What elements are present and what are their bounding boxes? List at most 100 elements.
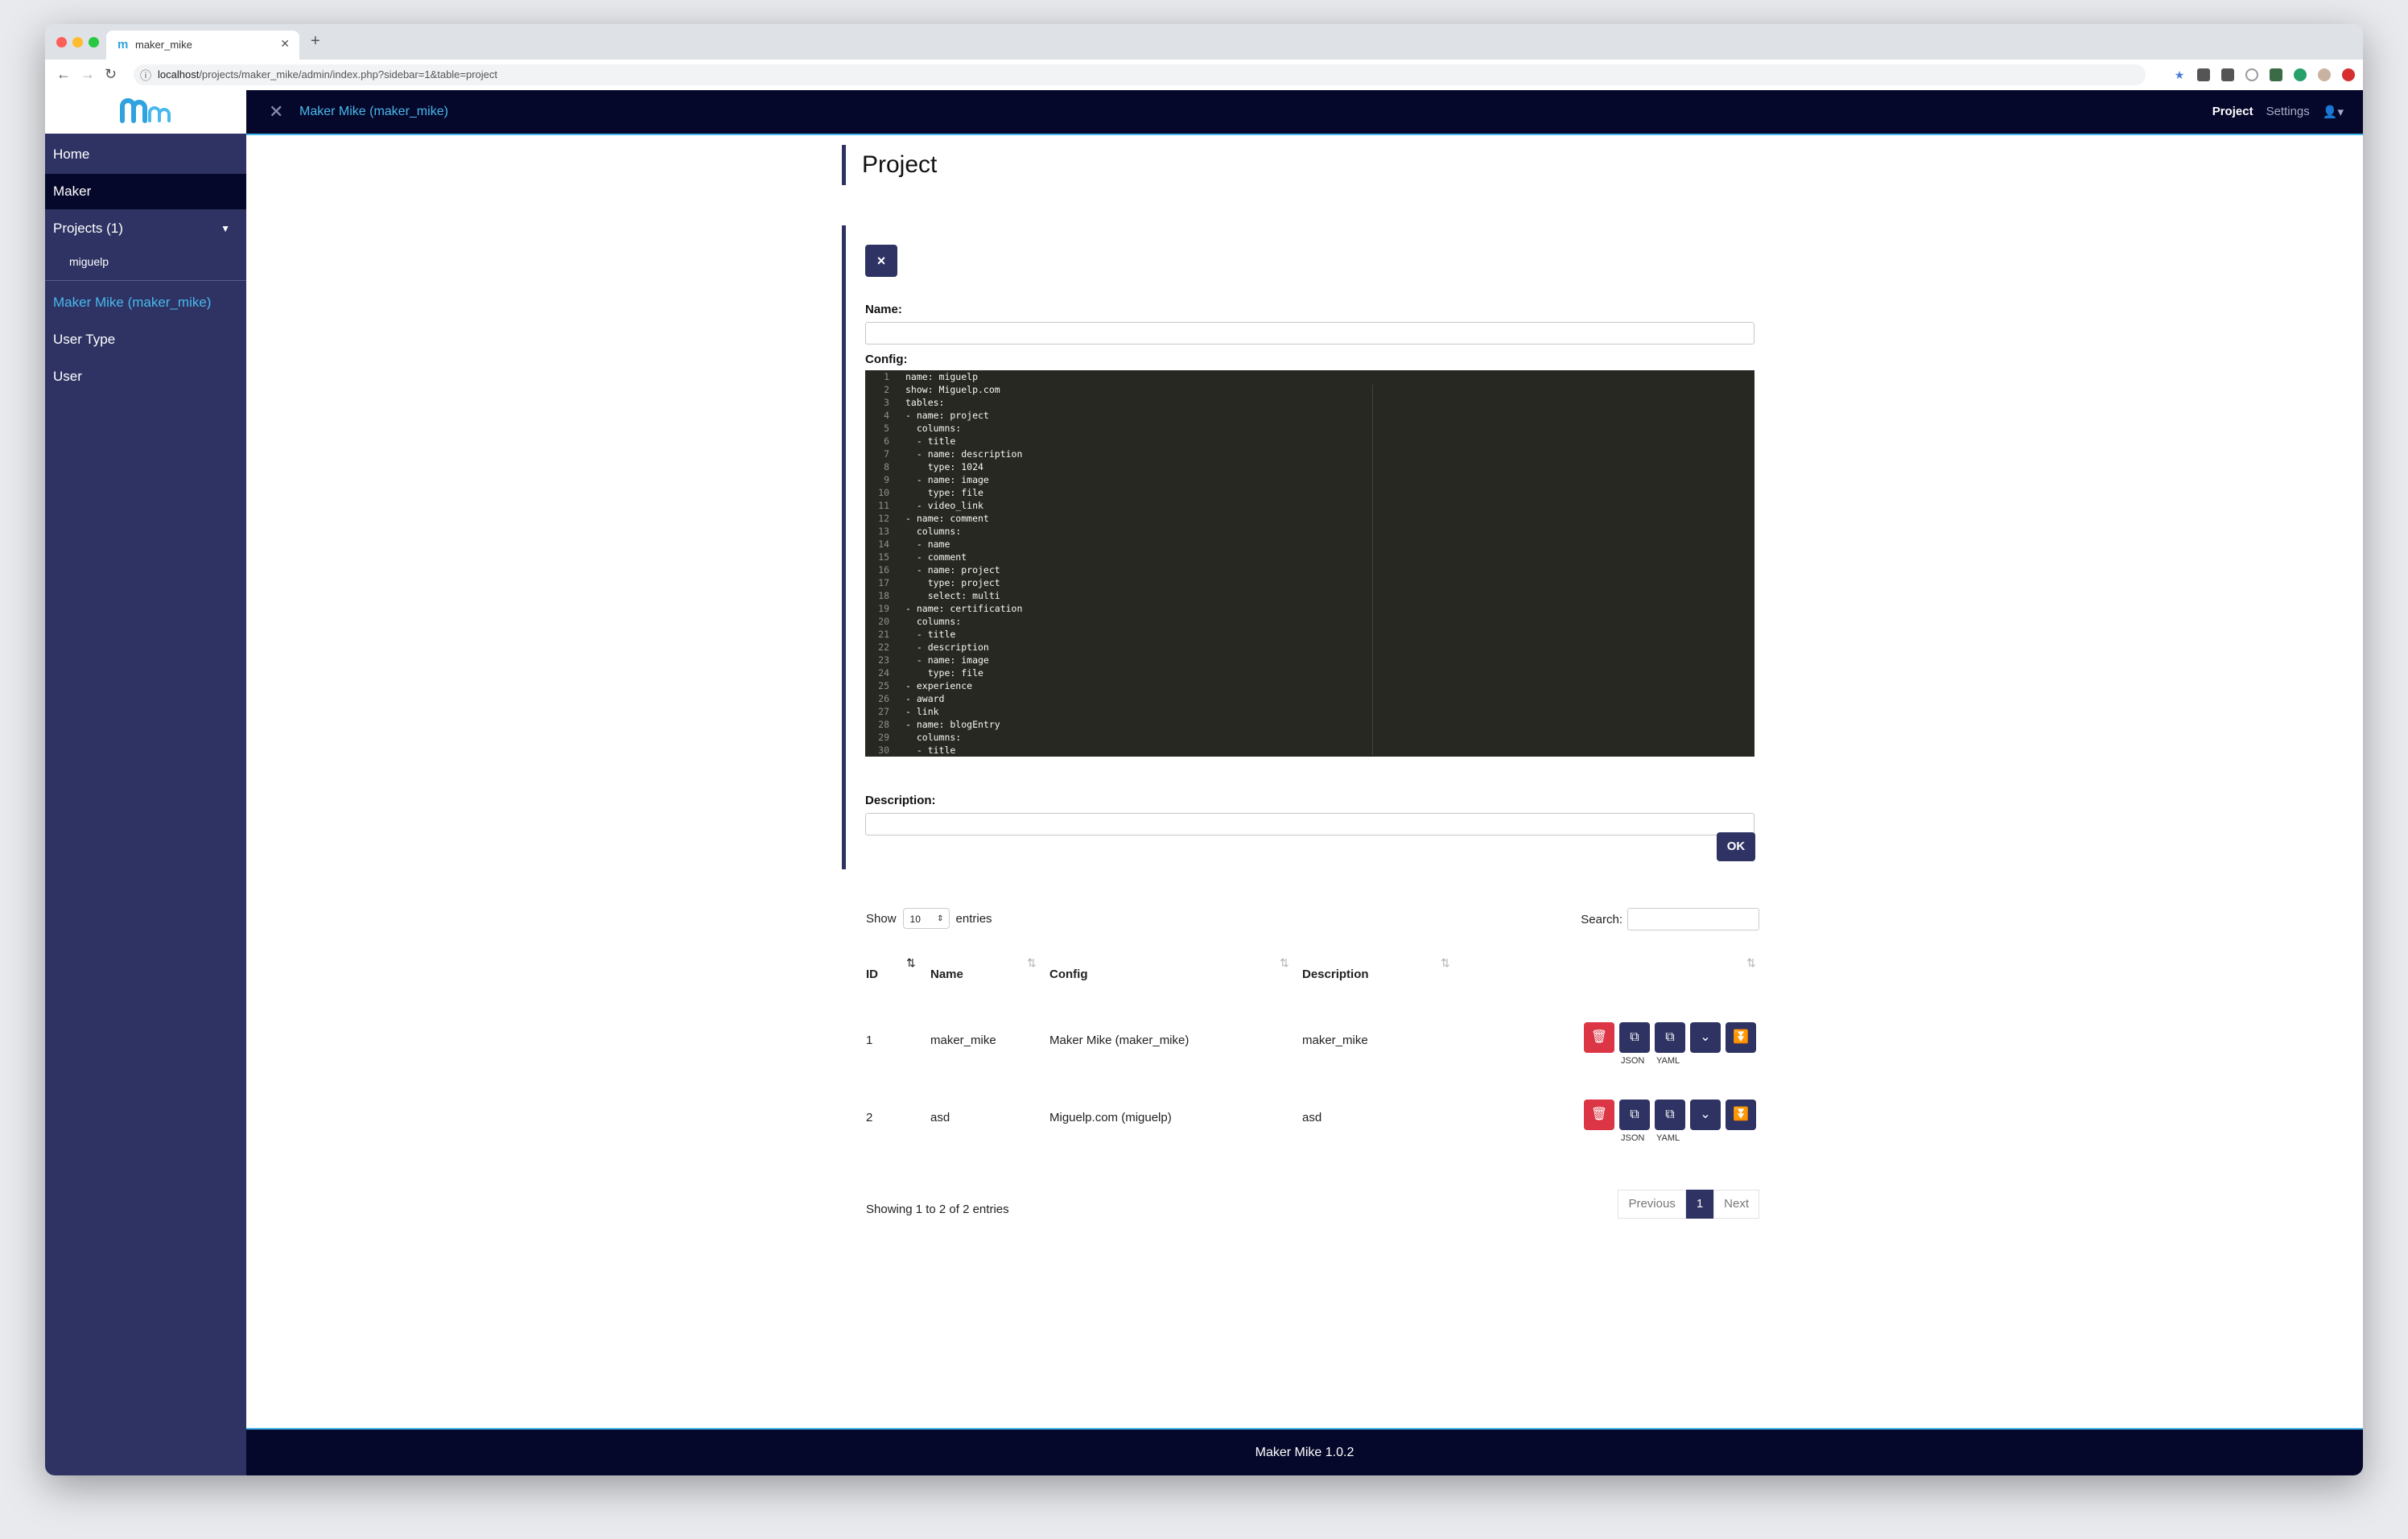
delete-button[interactable]: 🗑	[1584, 1100, 1614, 1130]
avatar-icon[interactable]	[2318, 68, 2331, 81]
extension-icon[interactable]	[2294, 68, 2307, 81]
sort-icon[interactable]: ⇅	[1280, 956, 1289, 970]
reload-icon[interactable]: ↻	[105, 66, 117, 83]
sidebar-item-projects[interactable]: Projects (1) ▼	[45, 211, 246, 246]
page-length-select[interactable]: 10 ⇕	[902, 908, 950, 929]
close-form-button[interactable]: ×	[865, 245, 897, 277]
cell-config: Miguelp.com (miguelp)	[1049, 1111, 1172, 1124]
tab-favicon-icon: m	[118, 38, 129, 52]
close-window-button[interactable]	[56, 37, 67, 47]
line-number: 30	[878, 745, 889, 756]
copy-json-button[interactable]: ⧉	[1619, 1022, 1650, 1053]
page-length-control: Show 10 ⇕ entries	[866, 908, 992, 929]
topbar-nav: Project Settings 👤▾	[2212, 105, 2344, 119]
sidebar-subitem-miguelp[interactable]: miguelp	[69, 255, 109, 268]
config-editor[interactable]: 1 2 3 4 5 6 7 8 9 10 11 12 13 14 15 16 17 18 19 20 21 22 23 24 2…	[865, 370, 1754, 757]
show-label: Show	[866, 911, 897, 926]
description-field[interactable]	[865, 813, 1754, 836]
tab-close-icon[interactable]: ✕	[280, 37, 290, 51]
extension-icon[interactable]	[2342, 68, 2355, 81]
code-line: columns:	[905, 616, 962, 627]
expand-button[interactable]: ⌄	[1690, 1022, 1721, 1053]
sort-icon[interactable]: ⇅	[1027, 956, 1037, 970]
sort-asc-icon[interactable]: ⇅	[906, 956, 916, 970]
copy-yaml-button[interactable]: ⧉	[1655, 1100, 1685, 1130]
data-table: Show 10 ⇕ entries Search: ID ⇅ Name ⇅ Co…	[866, 908, 1759, 1230]
cell-name: maker_mike	[930, 1034, 996, 1047]
page-title: Project	[862, 151, 938, 178]
sort-icon[interactable]: ⇅	[1746, 956, 1756, 970]
topbar: ✕ Maker Mike (maker_mike) Project Settin…	[246, 90, 2363, 135]
extension-icon[interactable]	[2270, 68, 2282, 81]
column-header-description[interactable]: Description	[1302, 968, 1369, 981]
extension-icon[interactable]	[2197, 68, 2210, 81]
copy-yaml-button[interactable]: ⧉	[1655, 1022, 1685, 1053]
maximize-window-button[interactable]	[89, 37, 99, 47]
browser-tab[interactable]: m maker_mike ✕	[106, 31, 299, 60]
previous-page-button[interactable]: Previous	[1618, 1190, 1686, 1219]
expand-all-button[interactable]: ⏬	[1726, 1100, 1756, 1130]
search-input[interactable]	[1627, 908, 1759, 930]
footer: Maker Mike 1.0.2	[246, 1428, 2363, 1475]
sidebar-item-maker-mike[interactable]: Maker Mike (maker_mike)	[45, 285, 246, 320]
code-line: - name: certification	[905, 603, 1023, 614]
code-line: columns:	[905, 526, 962, 537]
page-1-button[interactable]: 1	[1685, 1190, 1714, 1219]
star-icon[interactable]: ★	[2173, 68, 2186, 81]
table-info: Showing 1 to 2 of 2 entries	[866, 1203, 1009, 1216]
line-number: 3	[884, 397, 889, 408]
code-line: select: multi	[905, 590, 1000, 601]
next-page-button[interactable]: Next	[1713, 1190, 1759, 1219]
code-line: columns:	[905, 423, 962, 434]
main-content: Project × Name: Config: 1 2 3 4 5 6 7 8 9 10 11 12 1…	[246, 135, 2363, 1428]
sidebar-item-user-type[interactable]: User Type	[45, 322, 246, 357]
line-number: 29	[878, 732, 889, 743]
code-line: columns:	[905, 732, 962, 743]
editor-print-margin	[1372, 385, 1373, 755]
line-number: 5	[884, 423, 889, 434]
extension-icon[interactable]	[2245, 68, 2258, 81]
code-line: - experience	[905, 680, 973, 691]
delete-button[interactable]: 🗑	[1584, 1022, 1614, 1053]
line-number: 10	[878, 487, 889, 498]
topbar-title[interactable]: Maker Mike (maker_mike)	[299, 105, 448, 119]
sort-icon[interactable]: ⇅	[1441, 956, 1450, 970]
back-icon[interactable]: ←	[56, 66, 71, 83]
close-icon[interactable]: ✕	[269, 101, 283, 122]
nav-project[interactable]: Project	[2212, 105, 2253, 119]
cell-id: 1	[866, 1034, 873, 1047]
sidebar-item-label: Projects (1)	[53, 221, 123, 236]
expand-all-button[interactable]: ⏬	[1726, 1022, 1756, 1053]
app: Home Maker Projects (1) ▼ miguelp Maker …	[45, 90, 2363, 1475]
extension-icon[interactable]	[2221, 68, 2234, 81]
sidebar-item-home[interactable]: Home	[45, 137, 246, 172]
sidebar-item-user[interactable]: User	[45, 359, 246, 394]
expand-button[interactable]: ⌄	[1690, 1100, 1721, 1130]
yaml-caption: YAML	[1656, 1056, 1680, 1066]
ok-button[interactable]: OK	[1717, 832, 1755, 861]
name-field[interactable]	[865, 322, 1754, 345]
line-number: 6	[884, 435, 889, 447]
caret-down-icon: ▼	[221, 223, 230, 234]
code-line: type: file	[905, 667, 983, 679]
url-field[interactable]: ⓘ localhost/projects/maker_mike/admin/in…	[134, 64, 2146, 85]
minimize-window-button[interactable]	[72, 37, 83, 47]
extension-toolbar: ★	[2173, 66, 2355, 84]
logo-box[interactable]	[45, 90, 246, 135]
copy-json-button[interactable]: ⧉	[1619, 1100, 1650, 1130]
forward-icon[interactable]: →	[80, 66, 95, 83]
line-number: 12	[878, 513, 889, 524]
user-menu-icon[interactable]: 👤▾	[2323, 105, 2344, 119]
code-line: - name: project	[905, 564, 1000, 576]
json-caption: JSON	[1621, 1133, 1645, 1143]
column-header-id[interactable]: ID	[866, 968, 878, 981]
column-header-config[interactable]: Config	[1049, 968, 1087, 981]
editor-gutter: 1 2 3 4 5 6 7 8 9 10 11 12 13 14 15 16 17 18 19 20 21 22 23 24 2…	[865, 370, 896, 757]
nav-settings[interactable]: Settings	[2266, 105, 2310, 119]
new-tab-button[interactable]: +	[311, 32, 320, 51]
info-icon[interactable]: ⓘ	[140, 68, 151, 84]
column-header-name[interactable]: Name	[930, 968, 963, 981]
url-host: localhost	[158, 68, 200, 80]
sidebar-item-maker[interactable]: Maker	[45, 174, 246, 209]
config-label: Config:	[865, 353, 908, 366]
